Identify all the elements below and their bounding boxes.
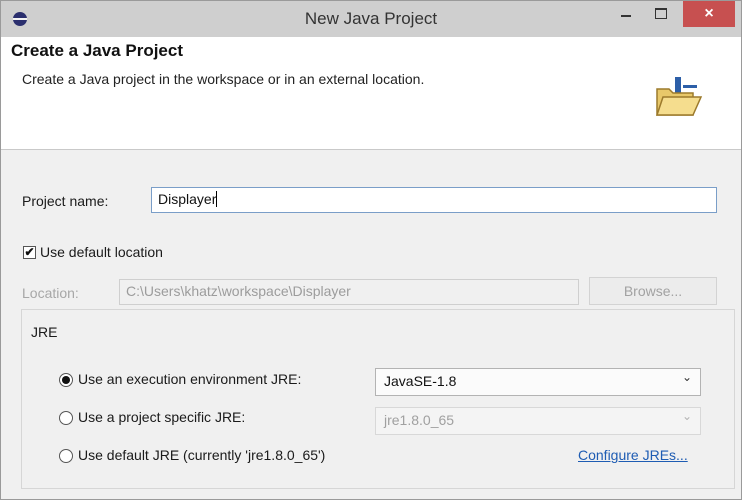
project-name-label: Project name:	[22, 193, 109, 209]
text-caret	[216, 191, 218, 207]
chevron-down-icon: ⌄	[681, 409, 692, 423]
configure-jres-link[interactable]: Configure JREs...	[578, 447, 688, 463]
chevron-down-icon: ⌄	[681, 370, 692, 384]
folder-wizard-icon	[655, 77, 703, 116]
default-jre-radio[interactable]	[59, 449, 73, 463]
execution-environment-label: Use an execution environment JRE:	[78, 371, 302, 387]
use-default-location-checkbox[interactable]: ✔	[23, 246, 36, 259]
jre-group-label: JRE	[31, 324, 58, 340]
location-input[interactable]: C:\Users\khatz\workspace\Displayer	[119, 279, 579, 305]
default-jre-label: Use default JRE (currently 'jre1.8.0_65'…	[78, 447, 326, 463]
browse-button[interactable]: Browse...	[589, 277, 717, 305]
project-specific-jre-label: Use a project specific JRE:	[78, 409, 246, 425]
project-specific-jre-radio[interactable]	[59, 411, 73, 425]
close-icon[interactable]: ×	[683, 1, 735, 27]
execution-environment-select[interactable]: JavaSE-1.8 ⌄	[375, 368, 701, 396]
page-description: Create a Java project in the workspace o…	[22, 71, 425, 87]
project-specific-jre-select[interactable]: jre1.8.0_65 ⌄	[375, 407, 701, 435]
minimize-icon[interactable]	[611, 1, 641, 25]
page-title: Create a Java Project	[11, 41, 183, 60]
title-bar: New Java Project ×	[1, 1, 741, 37]
new-java-project-window: New Java Project × Create a Java Project…	[0, 0, 742, 500]
checkbox-checked-icon: ✔	[24, 245, 35, 259]
use-default-location-label: Use default location	[40, 244, 163, 260]
project-name-value: Displayer	[158, 191, 217, 207]
location-label: Location:	[22, 285, 79, 301]
execution-environment-radio[interactable]	[59, 373, 73, 387]
project-specific-jre-value: jre1.8.0_65	[384, 412, 455, 428]
project-name-input[interactable]: Displayer	[151, 187, 717, 213]
execution-environment-value: JavaSE-1.8	[384, 373, 457, 389]
wizard-header: Create a Java Project Create a Java proj…	[1, 37, 741, 150]
maximize-icon[interactable]	[646, 1, 676, 25]
